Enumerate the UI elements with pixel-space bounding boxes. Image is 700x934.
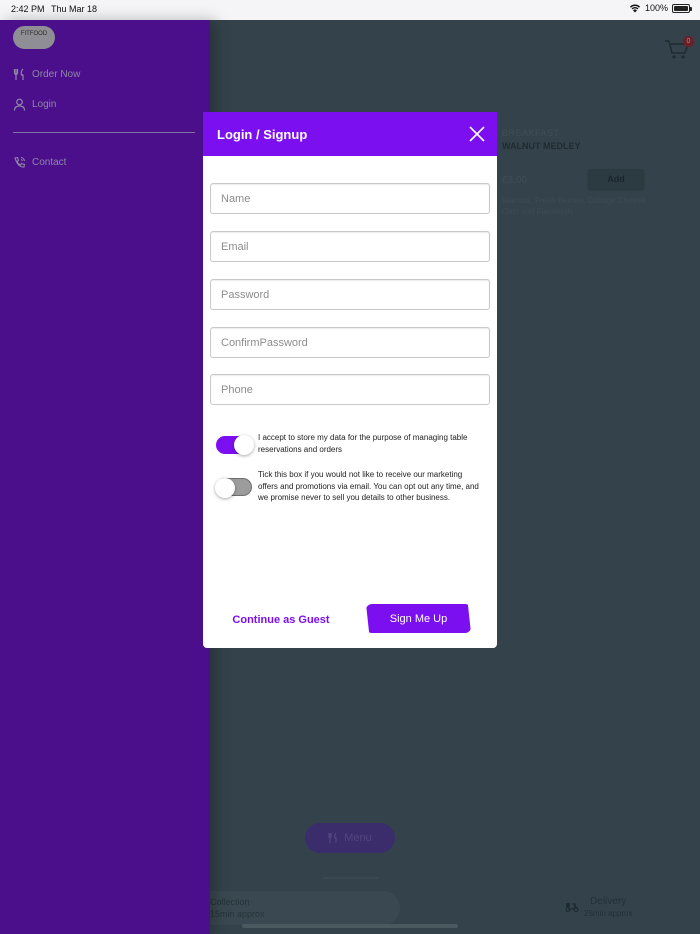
menu-label: Menu [344, 832, 372, 844]
add-to-cart-button[interactable]: Add [588, 169, 644, 189]
name-field[interactable] [210, 183, 490, 214]
status-right: 100% [629, 3, 692, 13]
marketing-optout-toggle[interactable] [215, 478, 252, 498]
status-date: Thu Mar 18 [51, 4, 98, 14]
marketing-optout-text: Tick this box if you would not like to r… [258, 470, 479, 502]
side-drawer: FITFOOD Order Now Login Contact [0, 20, 210, 934]
battery-icon [672, 3, 692, 13]
brand-logo: FITFOOD [13, 26, 55, 49]
drawer-divider [13, 132, 195, 133]
password-field[interactable] [210, 279, 490, 310]
cutlery-icon [328, 832, 337, 843]
phone-field[interactable] [210, 374, 490, 405]
product-category: BREAKFAST [502, 128, 560, 138]
cutlery-icon [13, 68, 24, 80]
product-price: £3.00 [502, 175, 528, 186]
product-description: Walnuts, Fresh Berries, Cottage Cheese, … [502, 196, 648, 216]
product-name: WALNUT MEDLEY [502, 141, 581, 151]
battery-percent: 100% [644, 3, 668, 13]
continue-as-guest-button[interactable]: Continue as Guest [223, 608, 339, 632]
phone-icon [14, 156, 26, 168]
close-icon[interactable] [469, 126, 485, 142]
drawer-item-contact[interactable]: Contact [13, 156, 66, 169]
delivery-option[interactable]: Delivery 25min approx [584, 896, 632, 920]
modal-header: Login / Signup [203, 112, 497, 156]
drawer-item-order-now[interactable]: Order Now [13, 68, 80, 81]
modal-title: Login / Signup [217, 126, 308, 142]
data-consent-text: I accept to store my data for the purpos… [258, 433, 468, 454]
confirm-password-field[interactable] [210, 327, 490, 358]
home-indicator [242, 924, 458, 928]
drawer-item-label: Contact [32, 157, 67, 168]
drawer-item-login[interactable]: Login [13, 98, 56, 111]
data-consent-toggle[interactable] [216, 435, 254, 455]
login-signup-modal: Login / Signup I accept to store my data… [203, 112, 497, 648]
drawer-item-label: Order Now [32, 69, 81, 80]
menu-divider [323, 877, 378, 879]
delivery-time: 25min approx [584, 909, 633, 918]
status-bar: 2:42 PM Thu Mar 18 100% [0, 0, 700, 20]
scooter-icon [565, 903, 579, 912]
status-time: 2:42 PM [11, 4, 45, 14]
cart-badge: 0 [683, 36, 694, 47]
email-field[interactable] [210, 231, 490, 262]
drawer-item-label: Login [32, 99, 57, 110]
delivery-label: Delivery [590, 896, 627, 907]
collection-label: Collection 15min approx [210, 897, 265, 919]
user-icon [13, 98, 26, 111]
wifi-icon [629, 4, 640, 13]
sign-me-up-button[interactable]: Sign Me Up [366, 604, 471, 633]
menu-button[interactable]: Menu [305, 823, 395, 853]
